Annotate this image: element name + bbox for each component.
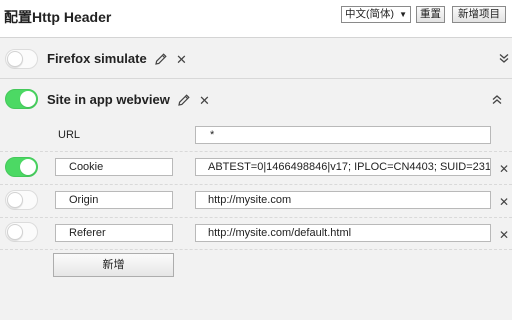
url-input[interactable]: * xyxy=(195,126,491,144)
toggle-knob xyxy=(7,224,23,240)
toggle-knob xyxy=(20,91,36,107)
delete-project-close-icon[interactable]: ✕ xyxy=(199,94,210,107)
row-divider xyxy=(0,249,512,250)
project-toggle-firefox-simulate[interactable] xyxy=(5,49,38,69)
app-header: 配置Http Header 中文(简体) ▼ 重置 新增项目 xyxy=(0,0,512,38)
toggle-knob xyxy=(7,192,23,208)
delete-header-close-icon[interactable]: ✕ xyxy=(499,196,509,208)
header-name-origin[interactable]: Origin xyxy=(55,191,173,209)
page-title: 配置Http Header xyxy=(4,9,112,25)
delete-header-close-icon[interactable]: ✕ xyxy=(499,229,509,241)
row-divider xyxy=(0,184,512,185)
toggle-knob xyxy=(20,159,36,175)
header-name-referer[interactable]: Referer xyxy=(55,224,173,242)
row-divider xyxy=(0,217,512,218)
add-project-button[interactable]: 新增项目 xyxy=(452,6,506,23)
caret-down-icon: ▼ xyxy=(399,10,407,19)
header-name-cookie[interactable]: Cookie xyxy=(55,158,173,176)
double-chevron-up-icon[interactable] xyxy=(492,94,502,105)
header-toggle-cookie[interactable] xyxy=(5,157,38,177)
language-select-value: 中文(简体) xyxy=(345,8,394,20)
add-header-button[interactable]: 新增 xyxy=(53,253,174,277)
header-value-referer[interactable]: http://mysite.com/default.html xyxy=(195,224,491,242)
toggle-knob xyxy=(7,51,23,67)
language-select[interactable]: 中文(简体) ▼ xyxy=(341,6,411,23)
reset-button[interactable]: 重置 xyxy=(416,6,445,23)
pencil-icon[interactable] xyxy=(154,52,168,66)
pencil-icon[interactable] xyxy=(177,93,191,107)
project-toggle-site-in-app-webview[interactable] xyxy=(5,89,38,109)
url-label: URL xyxy=(58,129,81,141)
delete-project-close-icon[interactable]: ✕ xyxy=(176,53,187,66)
header-toggle-origin[interactable] xyxy=(5,190,38,210)
delete-header-close-icon[interactable]: ✕ xyxy=(499,163,509,175)
project-divider xyxy=(0,78,512,79)
double-chevron-down-icon[interactable] xyxy=(499,53,509,64)
header-value-cookie[interactable]: ABTEST=0|1466498846|v17; IPLOC=CN4403; S… xyxy=(195,158,491,176)
row-divider xyxy=(0,151,512,152)
header-toggle-referer[interactable] xyxy=(5,222,38,242)
project-name-site-in-app-webview: Site in app webview xyxy=(47,92,170,107)
project-name-firefox-simulate: Firefox simulate xyxy=(47,51,147,66)
header-value-origin[interactable]: http://mysite.com xyxy=(195,191,491,209)
